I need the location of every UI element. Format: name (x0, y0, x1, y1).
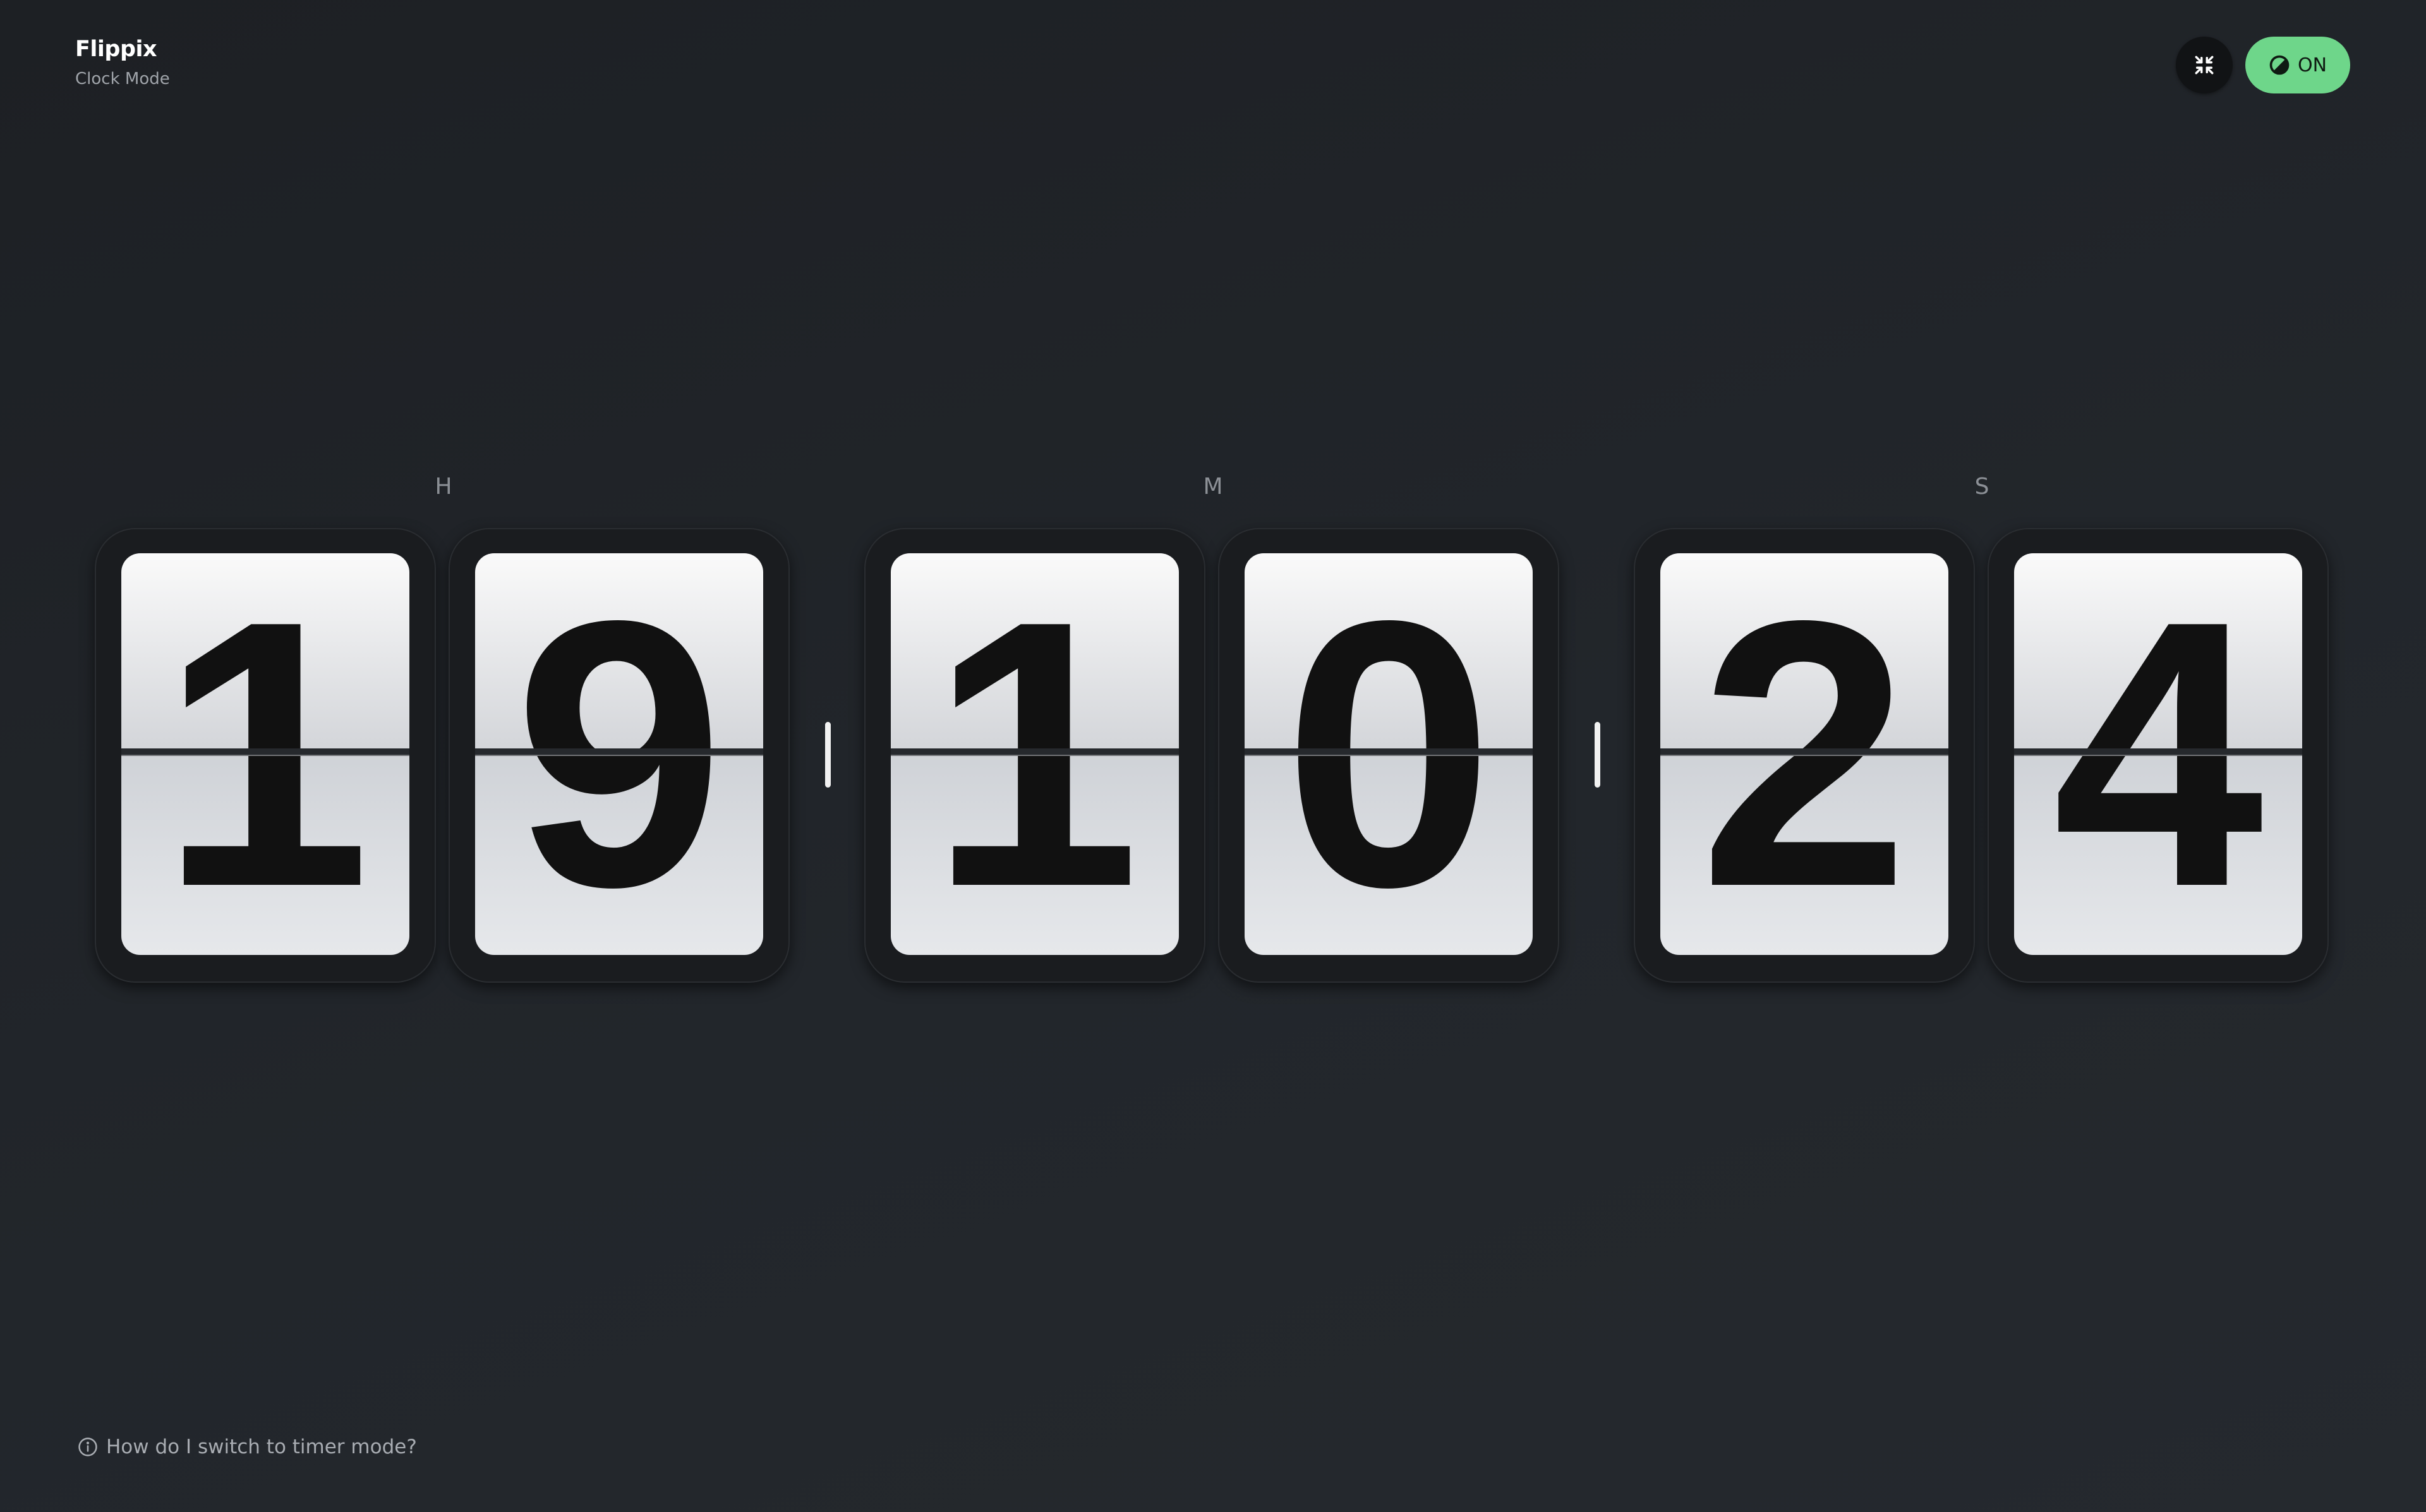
hours-tens-digit: 1 (95, 528, 436, 983)
theme-toggle-button[interactable]: ON (2245, 37, 2350, 93)
minutes-ones-digit: 0 (1218, 528, 1559, 983)
digit-face: 9 (475, 553, 763, 955)
seconds-tens-digit: 2 (1634, 528, 1975, 983)
top-controls: ON (2176, 37, 2350, 93)
flip-divider (1245, 748, 1533, 756)
flip-divider (475, 748, 763, 756)
app-title: Flippix (75, 37, 157, 62)
mode-subtitle: Clock Mode (75, 69, 170, 88)
digit-face: 1 (121, 553, 409, 955)
contrast-icon (2269, 55, 2290, 75)
flip-divider (1660, 748, 1948, 756)
flip-divider (891, 748, 1179, 756)
flip-divider (121, 748, 409, 756)
minutes-tens-digit: 1 (864, 528, 1205, 983)
minutes-label: M (1203, 474, 1223, 500)
digit-face: 2 (1660, 553, 1948, 955)
hours-label: H (435, 474, 452, 500)
time-separator (825, 722, 831, 788)
flip-clock: H M S 1 9 1 0 2 4 (95, 474, 2331, 985)
brand: Flippix Clock Mode (75, 35, 170, 90)
digit-face: 1 (891, 553, 1179, 955)
seconds-ones-digit: 4 (1988, 528, 2329, 983)
exit-fullscreen-icon (2195, 56, 2214, 75)
exit-fullscreen-button[interactable] (2176, 37, 2233, 93)
digit-face: 0 (1245, 553, 1533, 955)
digit-face: 4 (2014, 553, 2302, 955)
theme-toggle-label: ON (2297, 54, 2327, 76)
flip-divider (2014, 748, 2302, 756)
time-separator (1595, 722, 1600, 788)
timer-mode-help-link[interactable]: How do I switch to timer mode? (77, 1436, 417, 1458)
help-link-text: How do I switch to timer mode? (106, 1436, 417, 1458)
info-icon (78, 1437, 97, 1456)
seconds-label: S (1974, 474, 1989, 500)
hours-ones-digit: 9 (449, 528, 790, 983)
